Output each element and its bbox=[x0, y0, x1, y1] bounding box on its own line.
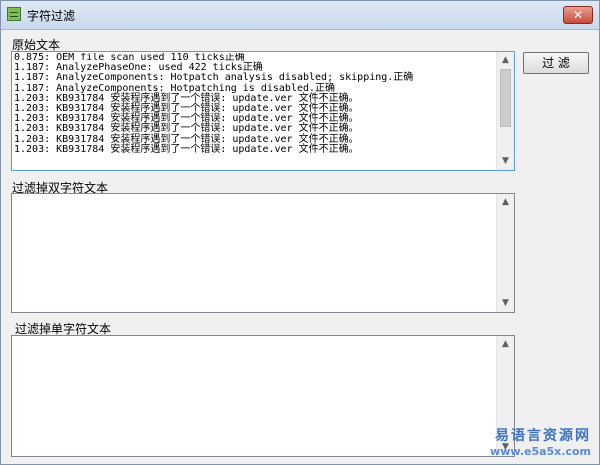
scroll-thumb[interactable] bbox=[500, 69, 511, 127]
main-window: 字符过滤 ✕ 原始文本 0.875: OEM file scan used 11… bbox=[0, 0, 600, 465]
filter-double-text-box[interactable]: ▲ ▼ bbox=[11, 193, 515, 313]
watermark: 易语言资源网 www.e5a5x.com bbox=[490, 425, 591, 458]
close-button[interactable]: ✕ bbox=[563, 6, 593, 24]
filter-double-scrollbar[interactable]: ▲ ▼ bbox=[496, 194, 514, 312]
title-bar[interactable]: 字符过滤 ✕ bbox=[1, 1, 599, 30]
scroll-up-arrow-icon[interactable]: ▲ bbox=[497, 194, 514, 211]
text-line: 1.203: KB931784 安装程序遇到了一个错误: update.ver … bbox=[14, 143, 359, 155]
watermark-url: www.e5a5x.com bbox=[490, 445, 591, 458]
watermark-title: 易语言资源网 bbox=[495, 428, 591, 444]
scroll-down-arrow-icon[interactable]: ▼ bbox=[497, 153, 514, 170]
window-title: 字符过滤 bbox=[27, 9, 76, 23]
original-text-box[interactable]: 0.875: OEM file scan used 110 ticks正确 1.1… bbox=[11, 51, 515, 171]
scroll-down-arrow-icon[interactable]: ▼ bbox=[497, 295, 514, 312]
app-icon bbox=[7, 7, 21, 21]
filter-button[interactable]: 过 滤 bbox=[523, 52, 589, 74]
filter-single-text-box[interactable]: ▲ ▼ bbox=[11, 335, 515, 457]
scroll-up-arrow-icon[interactable]: ▲ bbox=[497, 52, 514, 69]
original-text-scrollbar[interactable]: ▲ ▼ bbox=[496, 52, 514, 170]
original-text-content: 0.875: OEM file scan used 110 ticks正确 1.1… bbox=[14, 53, 496, 169]
scroll-up-arrow-icon[interactable]: ▲ bbox=[497, 336, 514, 353]
